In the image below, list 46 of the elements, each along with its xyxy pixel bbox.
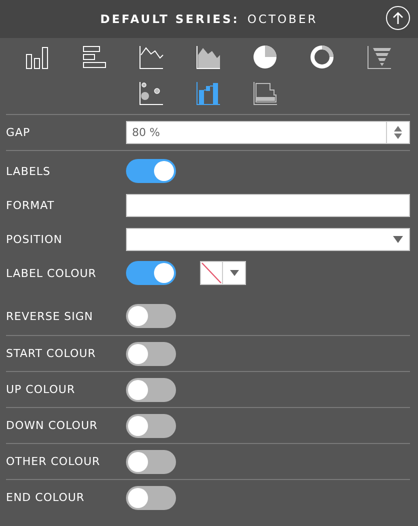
dropdown-field[interactable] (126, 228, 410, 250)
number-spinner[interactable]: 80 % (126, 121, 410, 144)
up-arrow-icon (392, 11, 404, 25)
setting-label: DOWN COLOUR (6, 419, 99, 432)
series-name: OCTOBER (247, 12, 318, 26)
toggle-switch[interactable] (126, 261, 176, 285)
column-chart-icon (24, 44, 50, 70)
chart-type-button[interactable] (366, 44, 392, 70)
area-chart-icon (194, 44, 220, 70)
panel-title: DEFAULT SERIES: (100, 12, 240, 26)
chart-type-button[interactable] (252, 80, 278, 106)
line-chart-icon (138, 44, 164, 70)
toggle-switch[interactable] (126, 304, 176, 328)
pie-chart-icon (252, 44, 278, 70)
toggle-switch[interactable] (126, 450, 176, 474)
setting-label: OTHER COLOUR (6, 455, 102, 468)
setting-label: GAP (6, 126, 32, 139)
chart-type-button[interactable] (252, 44, 278, 70)
collapse-button[interactable] (386, 6, 410, 30)
setting-label: POSITION (6, 232, 64, 246)
setting-label: LABEL COLOUR (6, 266, 98, 280)
step-chart-icon (252, 80, 278, 106)
toggle-switch[interactable] (126, 342, 176, 366)
setting-label: START COLOUR (6, 347, 97, 360)
toggle-switch[interactable] (126, 159, 176, 183)
toggle-switch[interactable] (126, 414, 176, 438)
chart-type-button[interactable] (80, 44, 106, 70)
setting-label: END COLOUR (6, 491, 86, 504)
toggle-switch[interactable] (126, 486, 176, 510)
input-field[interactable] (126, 194, 410, 216)
funnel-chart-icon (366, 44, 392, 70)
no-colour-icon (201, 262, 222, 284)
caret-icon (230, 270, 238, 276)
setting-label: REVERSE SIGN (6, 310, 94, 322)
setting-label: UP COLOUR (6, 383, 76, 396)
toggle-switch[interactable] (126, 378, 176, 402)
colour-picker[interactable] (200, 261, 246, 285)
setting-label: FORMAT (6, 198, 56, 212)
scatter-chart-icon (138, 80, 164, 106)
chart-type-button[interactable] (24, 44, 50, 70)
donut-chart-icon (308, 44, 334, 70)
caret-icon (393, 236, 403, 242)
waterfall-chart-icon (194, 80, 220, 106)
bar-chart-icon (80, 44, 106, 70)
spinner-arrows-icon (394, 126, 402, 139)
setting-label: LABELS (6, 164, 52, 178)
